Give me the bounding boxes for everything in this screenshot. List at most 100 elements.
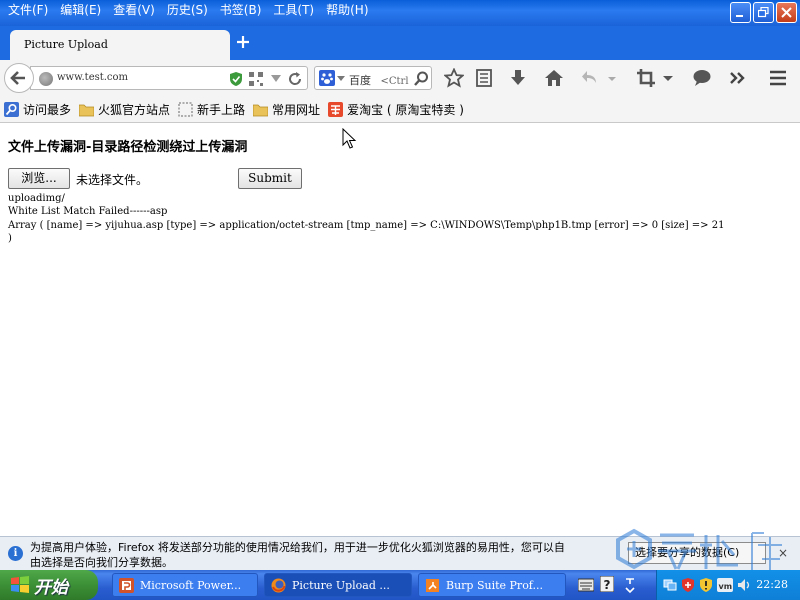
start-button[interactable]: 开始 (0, 570, 98, 600)
svg-text:vm: vm (719, 582, 733, 591)
bookmark-star-icon[interactable] (444, 68, 464, 88)
menu-history[interactable]: 历史(S) (163, 1, 216, 19)
security-shield-icon[interactable] (681, 578, 695, 592)
mouse-cursor-icon (342, 128, 357, 149)
output-line-close-paren: ) (8, 233, 12, 244)
bookmark-getting-started[interactable]: 新手上路 (178, 101, 245, 118)
tab-title: Picture Upload (24, 38, 108, 51)
restore-button[interactable] (753, 2, 774, 23)
windows-taskbar: 开始 Microsoft Power... Picture Upload ...… (0, 570, 800, 600)
network-icon[interactable] (663, 578, 677, 592)
search-engine-label: 百度 (349, 74, 371, 87)
system-tray: vm 22:28 (656, 570, 800, 600)
menu-help[interactable]: 帮助(H) (322, 1, 376, 19)
navigation-toolbar: www.test.com 百度 <Ctrl (0, 60, 800, 96)
choose-data-to-share-button[interactable]: 选择要分享的数据(C) (628, 542, 766, 564)
tab-picture-upload[interactable]: Picture Upload (10, 30, 230, 60)
svg-text:?: ? (604, 578, 611, 592)
menu-bookmarks[interactable]: 书签(B) (216, 1, 270, 19)
close-icon (781, 7, 792, 18)
task-burp-suite[interactable]: Burp Suite Prof... (418, 573, 566, 597)
minimize-icon (736, 15, 743, 17)
back-button[interactable] (4, 63, 34, 93)
page-heading: 文件上传漏洞-目录路径检测绕过上传漏洞 (8, 140, 248, 155)
output-line-upload-dir: uploadimg/ (8, 193, 65, 204)
no-file-selected-label: 未选择文件。 (76, 173, 149, 187)
search-icon[interactable] (414, 71, 429, 86)
start-label: 开始 (34, 577, 68, 598)
output-line-file-array: Array ( [name] => yijuhua.asp [type] => … (8, 220, 725, 231)
info-icon: i (8, 546, 23, 561)
bookmarks-toolbar: 访问最多 火狐官方站点 新手上路 常用网址 爱淘宝 ( 原淘宝特卖 ) (0, 96, 800, 123)
menu-file[interactable]: 文件(F) (4, 1, 56, 19)
menu-view[interactable]: 查看(V) (109, 1, 163, 19)
notification-close-button[interactable]: × (778, 546, 788, 560)
volume-icon[interactable] (737, 578, 751, 592)
baidu-paw-icon (319, 70, 335, 86)
dotted-page-icon (178, 102, 193, 116)
browse-file-button[interactable]: 浏览... (8, 168, 70, 189)
notification-text-line1: 为提高用户体验，Firefox 将发送部分功能的使用情况给我们，用于进一步优化火… (30, 541, 565, 554)
tab-strip: Picture Upload (0, 26, 800, 60)
search-bar[interactable]: 百度 <Ctrl (314, 66, 432, 90)
back-arrow-icon (10, 71, 25, 85)
powerpoint-icon (119, 577, 134, 593)
minimize-button[interactable] (730, 2, 751, 23)
page-content: 文件上传漏洞-目录路径检测绕过上传漏洞 浏览... 未选择文件。 Submit … (0, 124, 800, 536)
task-label: Picture Upload ... (292, 578, 390, 592)
task-label: Microsoft Power... (140, 578, 242, 592)
url-bar[interactable]: www.test.com (30, 66, 308, 90)
reading-list-icon[interactable] (474, 68, 494, 88)
globe-icon (39, 72, 53, 86)
help-icon[interactable]: ? (600, 576, 614, 592)
system-clock: 22:28 (756, 578, 788, 591)
bookmark-most-visited[interactable]: 访问最多 (4, 101, 71, 118)
close-button[interactable] (776, 2, 797, 23)
window-controls (730, 2, 797, 23)
folder-icon (253, 104, 269, 116)
warning-shield-icon[interactable] (699, 578, 713, 592)
bookmark-firefox-official[interactable]: 火狐官方站点 (79, 101, 170, 118)
task-firefox[interactable]: Picture Upload ... (264, 573, 412, 597)
notification-text-line2: 由选择是否向我们分享数据。 (30, 556, 173, 569)
url-text: www.test.com (57, 72, 129, 83)
search-placeholder: 百度 <Ctrl (349, 72, 409, 88)
chat-bubble-icon[interactable] (692, 68, 712, 88)
home-icon[interactable] (544, 68, 564, 88)
bookmark-label: 新手上路 (197, 102, 246, 117)
windows-logo-icon (11, 576, 29, 593)
folder-icon (79, 104, 95, 116)
data-sharing-notification: i 为提高用户体验，Firefox 将发送部分功能的使用情况给我们，用于进一步优… (0, 536, 800, 570)
menu-edit[interactable]: 编辑(E) (56, 1, 109, 19)
output-line-whitelist: White List Match Failed------asp (8, 206, 168, 217)
bookmark-label: 访问最多 (23, 102, 72, 117)
shield-icon (230, 72, 242, 86)
firefox-icon (271, 578, 286, 592)
bookmark-ai-taobao[interactable]: 爱淘宝 ( 原淘宝特卖 ) (328, 101, 464, 118)
language-bar-options-icon[interactable] (624, 574, 636, 596)
menu-tools[interactable]: 工具(T) (269, 1, 322, 19)
vmware-icon[interactable]: vm (717, 578, 733, 592)
hamburger-menu-icon[interactable] (768, 68, 788, 88)
reload-icon[interactable] (287, 71, 303, 87)
bookmark-common-sites[interactable]: 常用网址 (253, 101, 320, 118)
submit-button[interactable]: Submit (238, 168, 302, 189)
keyboard-icon[interactable] (578, 578, 594, 592)
bookmark-label: 爱淘宝 ( 原淘宝特卖 ) (347, 102, 464, 117)
screenshot-crop-icon[interactable] (636, 68, 656, 88)
download-icon[interactable] (508, 68, 528, 88)
window-titlebar: 文件(F) 编辑(E) 查看(V) 历史(S) 书签(B) 工具(T) 帮助(H… (0, 0, 800, 26)
undo-icon[interactable] (580, 68, 600, 88)
dropdown-arrow-icon[interactable] (271, 75, 281, 83)
overflow-chevron-icon[interactable] (728, 68, 748, 88)
taobao-icon (328, 101, 344, 117)
task-powerpoint[interactable]: Microsoft Power... (112, 573, 258, 597)
qr-code-icon[interactable] (249, 72, 263, 86)
burp-icon (426, 578, 439, 592)
crop-dropdown-icon[interactable] (662, 68, 674, 88)
engine-dropdown-icon[interactable] (337, 76, 345, 82)
new-tab-icon[interactable] (234, 32, 252, 52)
bookmark-label: 火狐官方站点 (98, 102, 171, 117)
task-label: Burp Suite Prof... (446, 578, 543, 592)
undo-dropdown-icon[interactable] (606, 68, 618, 88)
